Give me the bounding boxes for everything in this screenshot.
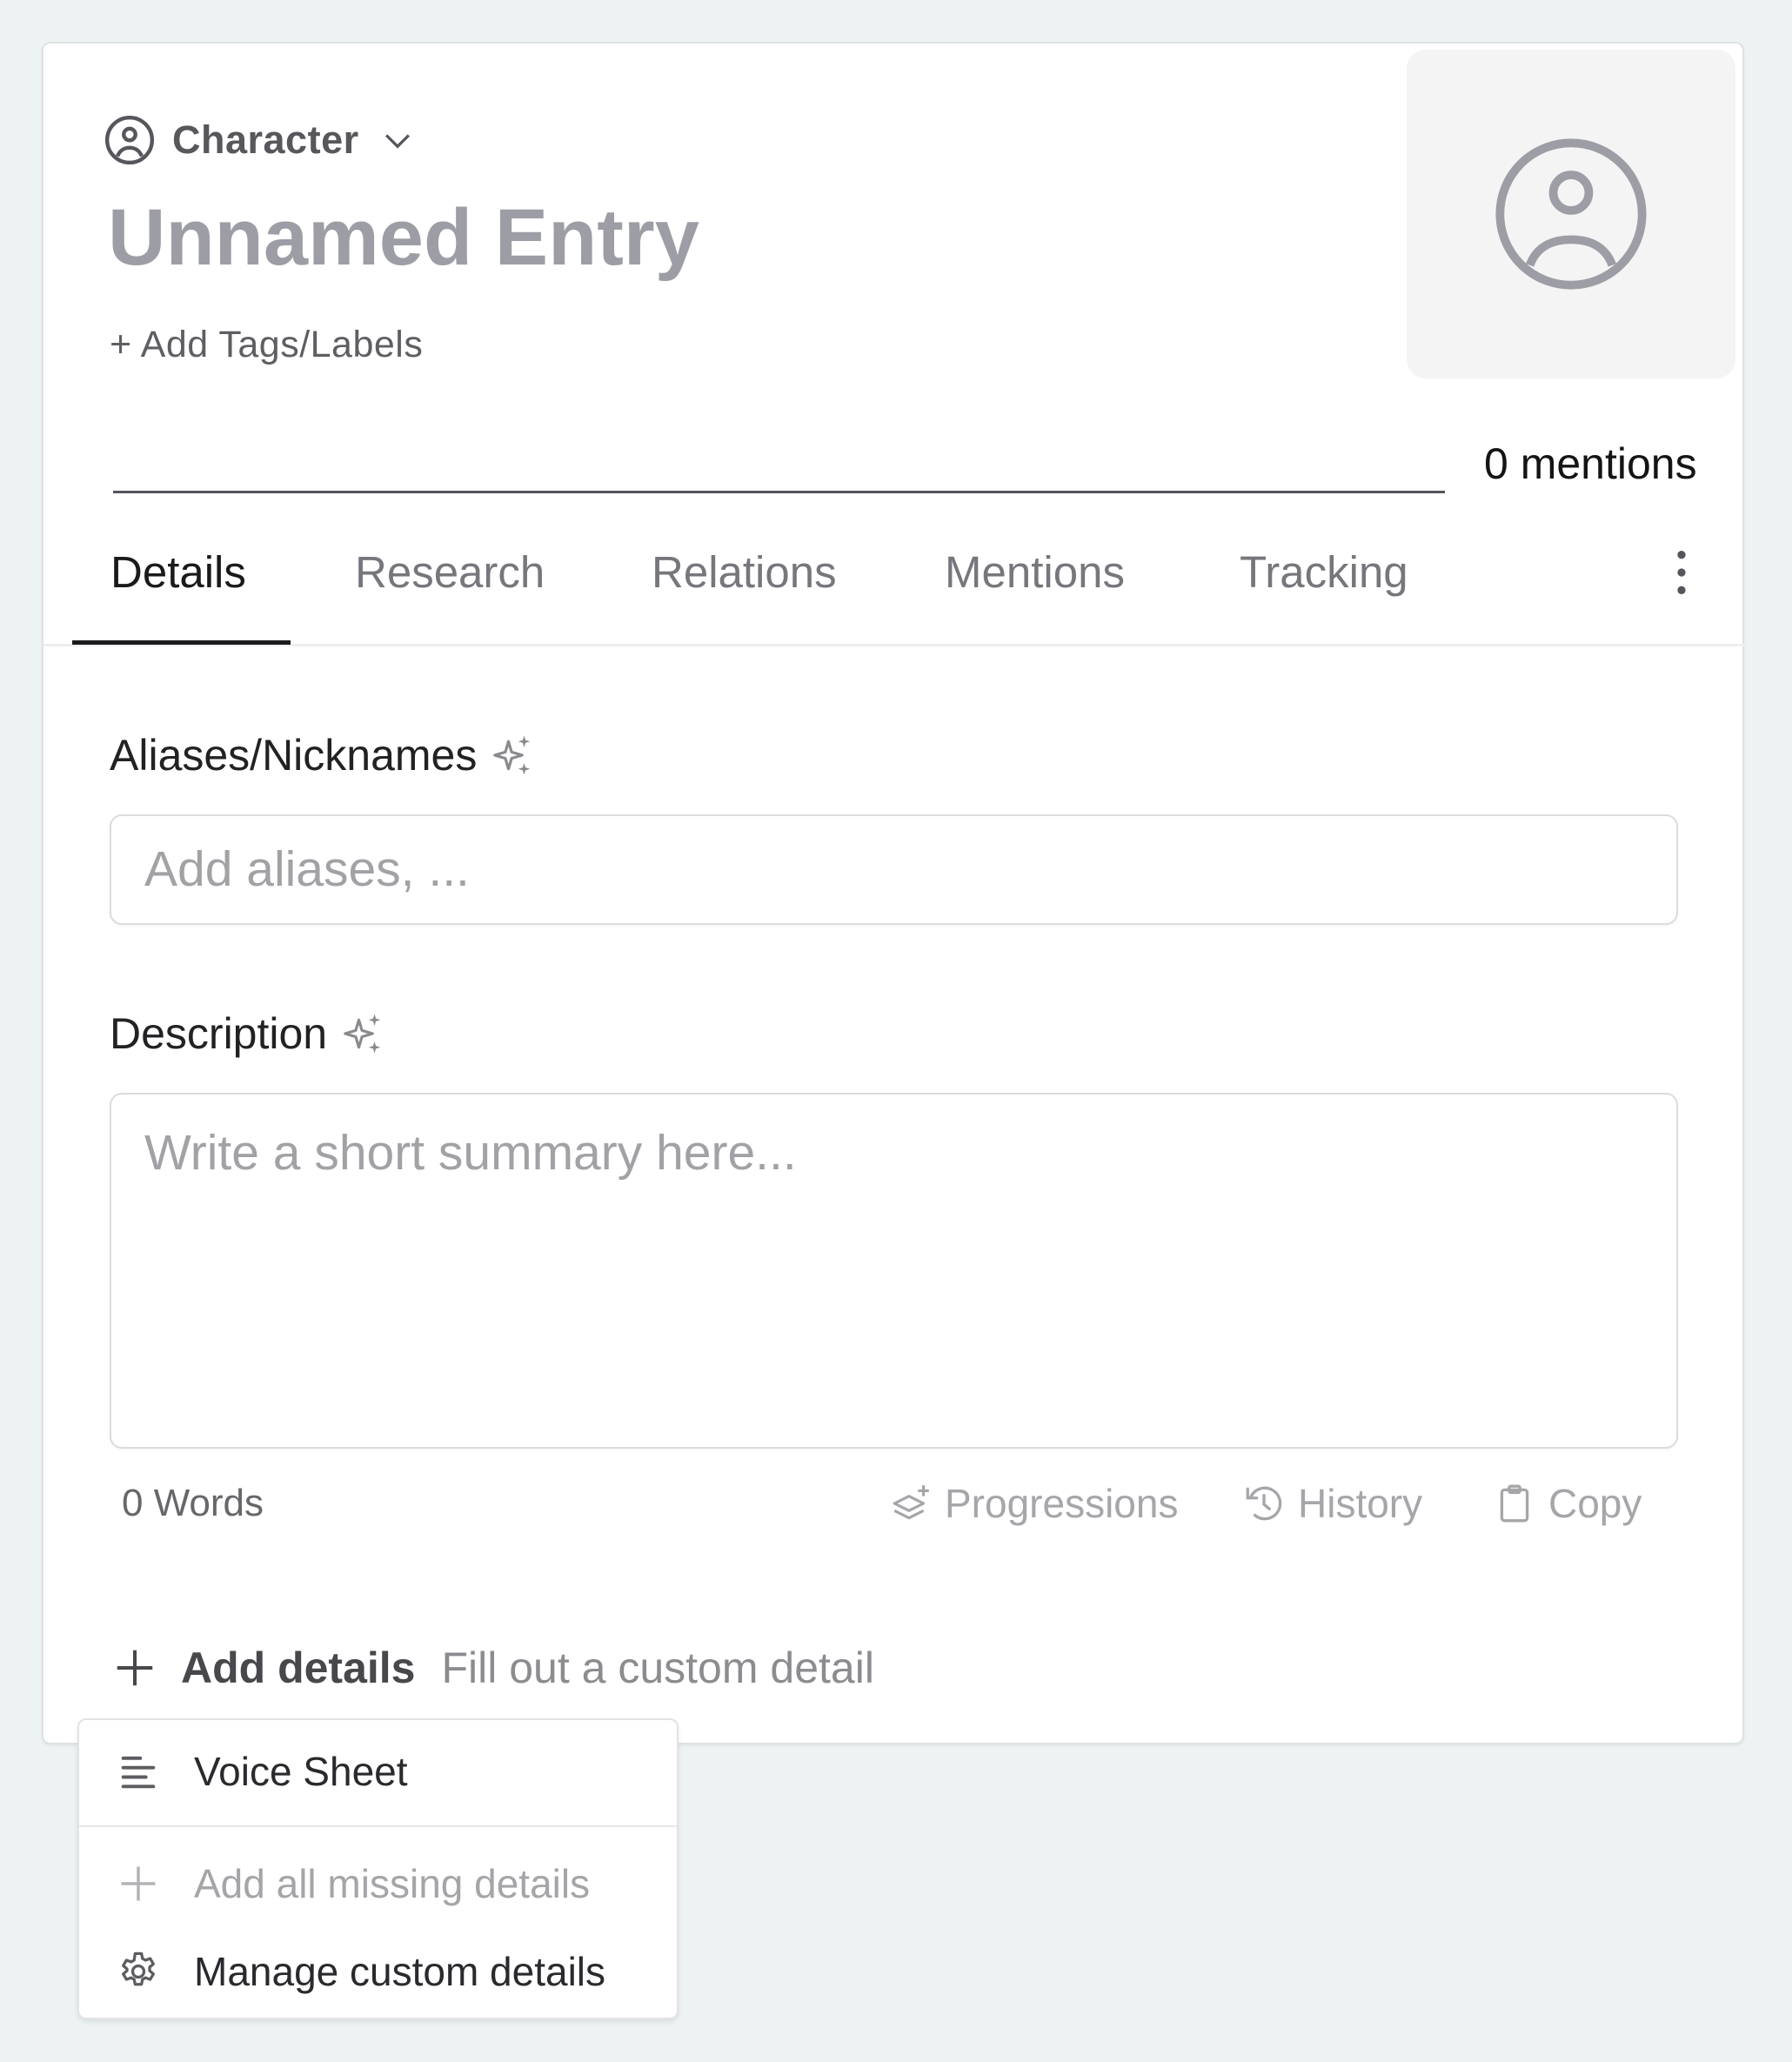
tab-research[interactable]: Research [355, 544, 545, 601]
plus-icon [117, 1650, 153, 1686]
history-icon [1246, 1486, 1282, 1521]
entry-name-input[interactable] [113, 435, 1445, 493]
copy-label: Copy [1548, 1481, 1642, 1526]
description-label-text: Description [110, 1009, 328, 1058]
tab-mentions[interactable]: Mentions [945, 544, 1125, 601]
menu-item-label: Add all missing details [194, 1861, 591, 1906]
progressions-label: Progressions [945, 1481, 1179, 1526]
menu-item-label: Voice Sheet [194, 1749, 408, 1794]
aliases-label: Aliases/Nicknames [110, 726, 536, 784]
gear-icon [122, 1952, 155, 1986]
tab-tracking[interactable]: Tracking [1240, 544, 1408, 601]
sparkles-icon[interactable] [489, 732, 536, 779]
active-tab-indicator [72, 640, 291, 645]
aliases-input[interactable]: Add aliases, ... [110, 814, 1678, 925]
sparkles-icon[interactable] [339, 1010, 386, 1057]
more-options-button[interactable] [1668, 547, 1695, 598]
layers-plus-icon [893, 1485, 929, 1520]
entry-title[interactable]: Unnamed Entry [108, 190, 699, 285]
menu-divider [79, 1825, 677, 1827]
aliases-placeholder: Add aliases, ... [144, 841, 470, 897]
add-details-button[interactable]: Add details Fill out a custom detail [111, 1639, 874, 1697]
add-details-hint: Fill out a custom detail [441, 1644, 874, 1692]
chevron-down-icon [378, 121, 417, 159]
clipboard-icon [1500, 1484, 1529, 1523]
tab-bar: Details Research Relations Mentions Trac… [43, 535, 1744, 646]
progressions-button[interactable]: Progressions [889, 1477, 1178, 1530]
user-circle-icon [1495, 138, 1647, 290]
add-details-dropdown: Voice Sheet Add all missing details Mana… [77, 1718, 679, 2019]
mentions-count: 0 mentions [1484, 439, 1697, 488]
word-count: 0 Words [122, 1482, 264, 1524]
entry-type-label: Character [172, 117, 359, 162]
description-label: Description [110, 1005, 386, 1062]
tab-details[interactable]: Details [110, 544, 246, 601]
user-circle-icon [103, 113, 157, 167]
avatar-upload[interactable] [1407, 50, 1735, 378]
copy-button[interactable]: Copy [1493, 1477, 1642, 1530]
text-align-left-icon [121, 1756, 156, 1789]
menu-item-label: Manage custom details [194, 1949, 606, 1994]
entry-type-selector[interactable]: Character [103, 111, 417, 169]
menu-item-voice-sheet[interactable]: Voice Sheet [79, 1737, 677, 1806]
description-placeholder: Write a short summary here... [144, 1125, 797, 1181]
menu-item-add-all-missing[interactable]: Add all missing details [79, 1849, 677, 1918]
menu-item-manage-custom[interactable]: Manage custom details [79, 1937, 677, 2006]
add-details-label: Add details [181, 1644, 416, 1692]
description-textarea[interactable]: Write a short summary here... [110, 1093, 1678, 1449]
aliases-label-text: Aliases/Nicknames [110, 731, 478, 780]
add-tags-button[interactable]: + Add Tags/Labels [110, 318, 423, 371]
tab-relations[interactable]: Relations [652, 544, 837, 601]
kebab-vertical-icon [1677, 551, 1686, 594]
history-label: History [1298, 1481, 1423, 1526]
history-button[interactable]: History [1242, 1477, 1422, 1530]
plus-icon [121, 1866, 156, 1901]
